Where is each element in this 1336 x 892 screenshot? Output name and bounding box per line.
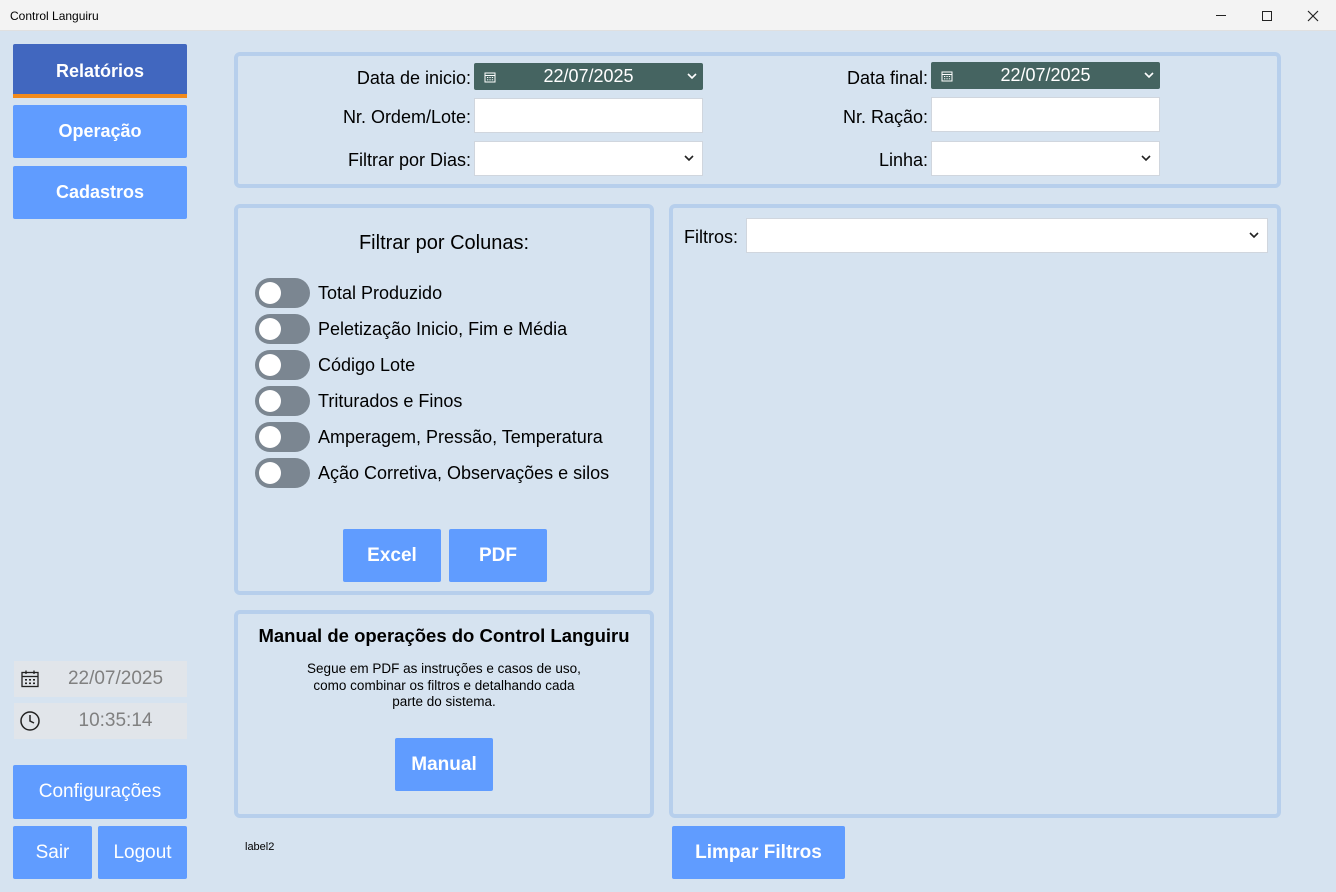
title-bar: Control Languiru <box>0 0 1336 31</box>
close-icon <box>1307 10 1319 21</box>
filtrar-dias-label: Filtrar por Dias: <box>347 150 471 170</box>
data-final-picker[interactable]: 22/07/2025 <box>931 62 1160 89</box>
columns-title: Filtrar por Colunas: <box>358 232 530 254</box>
excel-label: Excel <box>367 544 417 566</box>
nav-relatorios-button[interactable]: Relatórios <box>13 44 187 98</box>
toggle-knob <box>259 318 281 340</box>
toggle-knob <box>259 354 281 376</box>
configuracoes-button[interactable]: Configurações <box>13 765 187 819</box>
toggle-row: Código Lote <box>255 350 415 380</box>
manual-label: Manual <box>411 753 477 775</box>
manual-desc-line: Segue em PDF as instruções e casos de us… <box>307 661 581 676</box>
toggle-label: Total Produzido <box>318 282 443 303</box>
configuracoes-label: Configurações <box>38 781 162 802</box>
toggle-row: Amperagem, Pressão, Temperatura <box>255 422 603 452</box>
label2-text: label2 <box>245 841 275 853</box>
linha-label: Linha: <box>878 150 928 170</box>
maximize-button[interactable] <box>1244 0 1290 31</box>
triturados-toggle[interactable] <box>255 386 310 416</box>
toggle-label: Peletização Inicio, Fim e Média <box>318 318 568 339</box>
nav-relatorios-label: Relatórios <box>55 60 145 81</box>
codigo-lote-toggle[interactable] <box>255 350 310 380</box>
filtrar-dias-select[interactable] <box>474 141 703 176</box>
filtros-select[interactable] <box>746 218 1268 253</box>
toggle-row: Triturados e Finos <box>255 386 462 416</box>
data-final-label: Data final: <box>846 68 928 88</box>
window-title: Control Languiru <box>10 9 99 23</box>
current-time: 10:35:14 <box>78 710 153 731</box>
calendar-icon <box>16 669 44 689</box>
toggle-knob <box>259 462 281 484</box>
logout-label: Logout <box>113 841 172 863</box>
nav-cadastros-button[interactable]: Cadastros <box>13 166 187 219</box>
pdf-button[interactable]: PDF <box>449 529 547 582</box>
toggle-row: Ação Corretiva, Observações e silos <box>255 458 609 488</box>
minimize-icon <box>1216 15 1226 16</box>
manual-desc-line: parte do sistema. <box>392 694 496 709</box>
chevron-down-icon <box>681 73 703 80</box>
limpar-filtros-button[interactable]: Limpar Filtros <box>672 826 845 879</box>
toggle-label: Amperagem, Pressão, Temperatura <box>318 426 603 447</box>
logout-button[interactable]: Logout <box>98 826 187 879</box>
toggle-label: Código Lote <box>318 354 416 375</box>
toggle-label: Triturados e Finos <box>318 390 463 411</box>
racao-input[interactable] <box>931 97 1160 132</box>
amperagem-toggle[interactable] <box>255 422 310 452</box>
toggle-label: Ação Corretiva, Observações e silos <box>318 462 610 483</box>
calendar-icon <box>941 70 953 82</box>
manual-desc-line: como combinar os filtros e detalhando ca… <box>313 677 575 693</box>
calendar-icon <box>484 71 496 83</box>
nav-cadastros-label: Cadastros <box>55 182 145 202</box>
limpar-filtros-label: Limpar Filtros <box>695 841 822 863</box>
time-display: 10:35:14 <box>14 703 187 739</box>
maximize-icon <box>1262 10 1272 21</box>
total-produzido-toggle[interactable] <box>255 278 310 308</box>
ordem-lote-input[interactable] <box>474 98 703 133</box>
acao-corretiva-toggle[interactable] <box>255 458 310 488</box>
chevron-down-icon <box>1241 232 1267 239</box>
ordem-lote-label: Nr. Ordem/Lote: <box>342 107 471 127</box>
date-display: 22/07/2025 <box>14 661 187 697</box>
minimize-button[interactable] <box>1198 0 1244 31</box>
manual-description: Segue em PDF as instruções e casos de us… <box>238 661 650 711</box>
peletizacao-toggle[interactable] <box>255 314 310 344</box>
chevron-down-icon <box>1133 155 1159 162</box>
excel-button[interactable]: Excel <box>343 529 441 582</box>
manual-button[interactable]: Manual <box>395 738 493 791</box>
chevron-down-icon <box>676 155 702 162</box>
sair-button[interactable]: Sair <box>13 826 92 879</box>
racao-label: Nr. Ração: <box>842 107 928 127</box>
toggle-row: Total Produzido <box>255 278 442 308</box>
toggle-knob <box>259 282 281 304</box>
close-button[interactable] <box>1290 0 1336 31</box>
current-date: 22/07/2025 <box>67 668 164 689</box>
nav-operacao-button[interactable]: Operação <box>13 105 187 158</box>
toggle-knob <box>259 426 281 448</box>
sair-label: Sair <box>35 841 70 863</box>
active-indicator <box>13 94 187 98</box>
manual-title: Manual de operações do Control Languiru <box>258 625 630 646</box>
chevron-down-icon <box>1138 72 1160 79</box>
filtros-label: Filtros: <box>684 227 738 247</box>
data-inicio-value: 22/07/2025 <box>543 66 634 86</box>
linha-select[interactable] <box>931 141 1160 176</box>
data-inicio-label: Data de inicio: <box>356 68 471 88</box>
results-panel <box>669 204 1281 818</box>
data-final-value: 22/07/2025 <box>1000 65 1091 85</box>
toggle-knob <box>259 390 281 412</box>
pdf-label: PDF <box>479 544 517 566</box>
nav-operacao-label: Operação <box>58 121 142 141</box>
clock-icon <box>16 710 44 732</box>
toggle-row: Peletização Inicio, Fim e Média <box>255 314 567 344</box>
data-inicio-picker[interactable]: 22/07/2025 <box>474 63 703 90</box>
